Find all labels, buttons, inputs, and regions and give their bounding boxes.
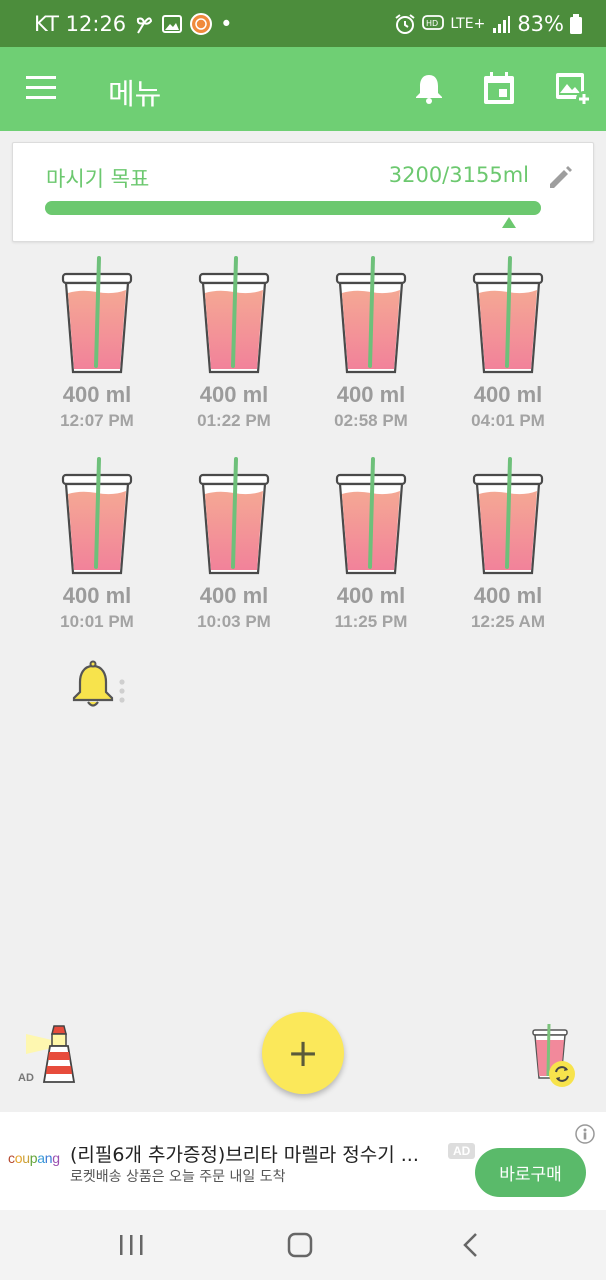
info-icon[interactable] [575, 1124, 595, 1144]
ad-label: AD [18, 1072, 34, 1084]
drink-amount: 400 ml [199, 583, 269, 608]
drink-amount: 400 ml [473, 583, 543, 608]
cup-icon [335, 457, 407, 575]
drink-entry[interactable]: 400 ml 02:58 PM [303, 256, 439, 446]
app-bar: 메뉴 [0, 47, 606, 131]
drink-entry[interactable]: 400 ml 12:07 PM [29, 256, 165, 446]
pencil-icon[interactable] [547, 163, 575, 191]
cup-icon [61, 256, 133, 374]
hamburger-menu-icon[interactable] [26, 76, 56, 100]
app-notification-icon [190, 12, 213, 35]
reminder-bell-icon[interactable] [70, 660, 116, 710]
add-drink-button[interactable]: + [262, 1012, 344, 1094]
drink-amount: 400 ml [336, 583, 406, 608]
cup-icon [198, 457, 270, 575]
alarm-icon [394, 13, 416, 35]
cup-icon [472, 457, 544, 575]
goal-target-marker [502, 217, 516, 228]
cup-icon [61, 457, 133, 575]
svg-text:HD: HD [426, 19, 438, 28]
status-dot: • [220, 11, 233, 36]
status-bar: KT 12:26 • HD LTE+ 83% [0, 0, 606, 47]
calendar-icon[interactable] [480, 69, 518, 107]
image-icon [162, 14, 183, 34]
back-icon[interactable] [452, 1230, 492, 1262]
cup-icon [335, 256, 407, 374]
drink-time: 04:01 PM [471, 411, 545, 430]
signal-icon [491, 14, 511, 34]
drink-time: 11:25 PM [334, 612, 408, 631]
drink-entry[interactable]: 400 ml 11:25 PM [303, 457, 439, 647]
add-icon: + [287, 1031, 319, 1075]
ad-subtitle: 로켓배송 상품은 오늘 주문 내일 도착 [70, 1169, 286, 1185]
drink-entry[interactable]: 400 ml 10:03 PM [166, 457, 302, 647]
add-image-icon[interactable] [554, 69, 592, 107]
goal-card: 마시기 목표 3200/3155ml [12, 142, 594, 242]
ad-title[interactable]: (리필6개 추가증정)브리타 마렐라 정수기 ... [70, 1140, 435, 1167]
drink-time: 02:58 PM [334, 411, 408, 430]
ad-badge: AD [448, 1143, 476, 1159]
drink-time: 12:07 PM [60, 411, 134, 430]
drink-amount: 400 ml [336, 382, 406, 407]
drink-amount: 400 ml [62, 382, 132, 407]
lighthouse-ad-button[interactable]: AD [16, 1020, 82, 1088]
page-title: 메뉴 [108, 77, 162, 111]
goal-value: 3200/3155ml [388, 163, 529, 187]
goal-label: 마시기 목표 [46, 167, 150, 191]
goal-progress-bar [45, 201, 541, 215]
bell-icon[interactable] [410, 69, 448, 107]
switch-cup-button[interactable] [528, 1020, 582, 1090]
drink-amount: 400 ml [62, 583, 132, 608]
drink-amount: 400 ml [199, 382, 269, 407]
carrier-time: KT 12:26 [34, 11, 127, 36]
more-options-icon[interactable] [118, 678, 126, 706]
drink-entry[interactable]: 400 ml 01:22 PM [166, 256, 302, 446]
drink-time: 10:01 PM [60, 612, 134, 631]
drink-time: 01:22 PM [197, 411, 271, 430]
system-nav-bar [0, 1210, 606, 1280]
drink-entry[interactable]: 400 ml 10:01 PM [29, 457, 165, 647]
cup-icon [472, 256, 544, 374]
network-type: LTE+ [450, 15, 486, 32]
goal-progress-fill [45, 201, 541, 215]
battery-percent: 83% [517, 11, 564, 36]
drink-amount: 400 ml [473, 382, 543, 407]
recent-apps-icon[interactable] [112, 1230, 152, 1262]
drink-time: 10:03 PM [197, 612, 271, 631]
drink-entry[interactable]: 400 ml 12:25 AM [440, 457, 576, 647]
hd-voice-icon: HD [422, 14, 445, 34]
buy-now-button[interactable]: 바로구매 [475, 1148, 586, 1197]
home-icon[interactable] [281, 1230, 321, 1262]
battery-icon [570, 13, 582, 34]
drink-entry[interactable]: 400 ml 04:01 PM [440, 256, 576, 446]
drink-time: 12:25 AM [470, 612, 545, 631]
fan-icon [134, 13, 154, 35]
cup-icon [198, 256, 270, 374]
ad-brand-logo[interactable]: coupang [8, 1150, 60, 1166]
